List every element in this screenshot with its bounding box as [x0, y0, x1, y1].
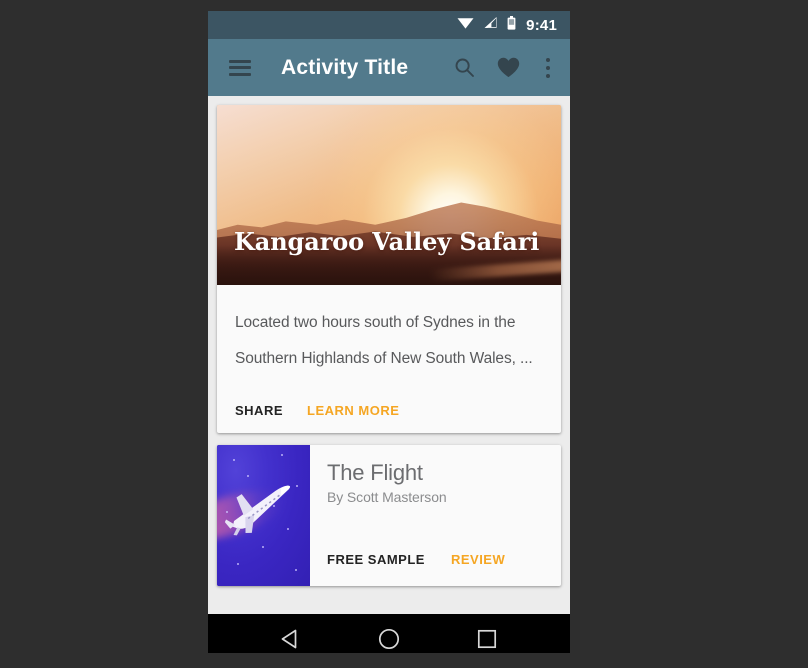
star-icon [262, 546, 264, 548]
app-bar-actions [454, 57, 554, 78]
status-bar: 9:41 [208, 11, 570, 39]
star-icon [281, 454, 283, 456]
search-icon[interactable] [454, 57, 475, 78]
book-card-actions: FREE SAMPLE REVIEW [327, 552, 561, 586]
book-card-info: The Flight By Scott Masterson FREE SAMPL… [310, 445, 561, 586]
travel-card-title: Kangaroo Valley Safari [234, 227, 540, 256]
recents-square-icon[interactable] [474, 626, 500, 652]
sunset-landscape-image: Kangaroo Valley Safari [217, 105, 561, 285]
travel-card-body: Located two hours south of Sydnes in the… [217, 285, 561, 377]
signal-icon [483, 16, 498, 34]
back-triangle-icon[interactable] [278, 626, 304, 652]
free-sample-button[interactable]: FREE SAMPLE [327, 552, 425, 567]
book-card-author: By Scott Masterson [327, 489, 447, 506]
battery-icon [507, 15, 516, 35]
book-card-title: The Flight [327, 460, 423, 485]
hamburger-menu-icon[interactable] [229, 59, 251, 76]
hamburger-line [229, 59, 251, 63]
travel-card-description: Located two hours south of Sydnes in the… [235, 314, 533, 367]
overflow-dot [546, 73, 550, 78]
travel-card[interactable]: Kangaroo Valley Safari Located two hours… [217, 105, 561, 433]
book-card[interactable]: The Flight By Scott Masterson FREE SAMPL… [217, 445, 561, 586]
star-icon [233, 459, 235, 461]
star-icon [237, 563, 239, 565]
share-button[interactable]: SHARE [235, 403, 283, 418]
hamburger-line [229, 72, 251, 76]
airplane-space-cover-image [217, 445, 310, 586]
status-bar-clock: 9:41 [526, 16, 557, 34]
app-bar: Activity Title [208, 39, 570, 96]
overflow-menu-icon[interactable] [542, 57, 554, 78]
star-icon [295, 569, 297, 571]
phone-screen: 9:41 Activity Title Kangaroo Valley Safa… [208, 11, 570, 653]
star-icon [247, 475, 249, 477]
home-circle-icon[interactable] [376, 626, 402, 652]
travel-card-actions: SHARE LEARN MORE [217, 377, 561, 433]
card-list[interactable]: Kangaroo Valley Safari Located two hours… [208, 96, 570, 614]
overflow-dot [546, 65, 550, 70]
overflow-dot [546, 57, 550, 62]
review-button[interactable]: REVIEW [451, 552, 505, 567]
page-title: Activity Title [281, 55, 409, 79]
wifi-icon [457, 16, 474, 34]
learn-more-button[interactable]: LEARN MORE [307, 403, 399, 418]
hamburger-line [229, 66, 251, 69]
favorite-heart-icon[interactable] [497, 57, 520, 78]
android-navigation-bar [208, 614, 570, 653]
